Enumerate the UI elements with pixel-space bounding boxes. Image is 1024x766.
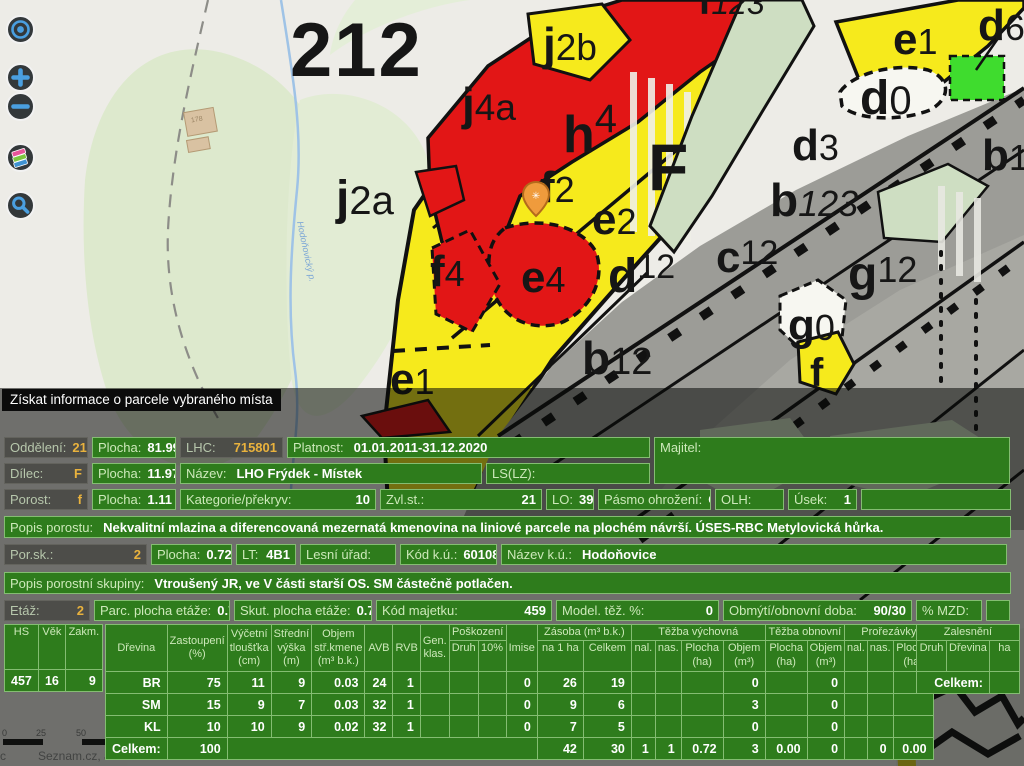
layers-icon xyxy=(8,145,33,171)
col-zakm: Zakm. xyxy=(65,625,102,670)
parcel-label: d3 xyxy=(792,121,839,170)
app-window: Hodoňovický p. 178 xyxy=(0,0,1024,766)
parcel-label: d6 xyxy=(978,1,1024,50)
search-icon xyxy=(8,193,33,218)
parcel-label: f123 xyxy=(698,0,765,23)
section-number-label: 212 xyxy=(290,8,423,93)
dilec-letter-label: F xyxy=(648,130,688,204)
col-hs: HS xyxy=(5,625,39,670)
stand-summary-table: HS Věk Zakm. 457 16 9 xyxy=(4,624,103,692)
table-row: SM15970.0332109630 xyxy=(106,694,934,716)
map-controls xyxy=(6,15,35,220)
layers-button[interactable] xyxy=(6,143,35,172)
parcel-label: e2 xyxy=(592,195,637,244)
parcel-label: j2a xyxy=(335,172,395,225)
minus-icon xyxy=(8,94,33,119)
table-row: BR751190.032410261900 xyxy=(106,672,934,694)
tooltip: Získat informace o parcele vybraného mís… xyxy=(2,389,281,411)
gps-target-icon xyxy=(8,17,33,42)
parcel-label: b1 xyxy=(982,131,1024,180)
table-total-row: Celkem:100 4230110.7230.00000.00 xyxy=(106,738,934,760)
species-table: Dřevina Zastoupení (%) Výčetní tloušťka … xyxy=(105,624,934,760)
table-row: 457 16 9 xyxy=(5,670,103,692)
parcel-label: d0 xyxy=(860,72,912,125)
zoom-out-button[interactable] xyxy=(6,92,35,121)
parcel-label: f4 xyxy=(430,247,465,296)
plus-icon xyxy=(8,65,33,90)
locate-button[interactable] xyxy=(6,15,35,44)
afforestation-table: Zalesnění Druh Dřevina ha Celkem: xyxy=(916,624,1020,694)
zoom-in-button[interactable] xyxy=(6,63,35,92)
search-button[interactable] xyxy=(6,191,35,220)
parcel-label: e4 xyxy=(521,253,566,302)
table-row: KL101090.0232107500 xyxy=(106,716,934,738)
parcel-label: g0 xyxy=(788,301,835,350)
table-total-row: Celkem: xyxy=(917,672,1020,694)
parcel-label: e1 xyxy=(893,15,938,64)
selected-parcel-highlight xyxy=(950,56,1004,100)
col-vek: Věk xyxy=(38,625,65,670)
svg-text:✳: ✳ xyxy=(532,191,540,202)
